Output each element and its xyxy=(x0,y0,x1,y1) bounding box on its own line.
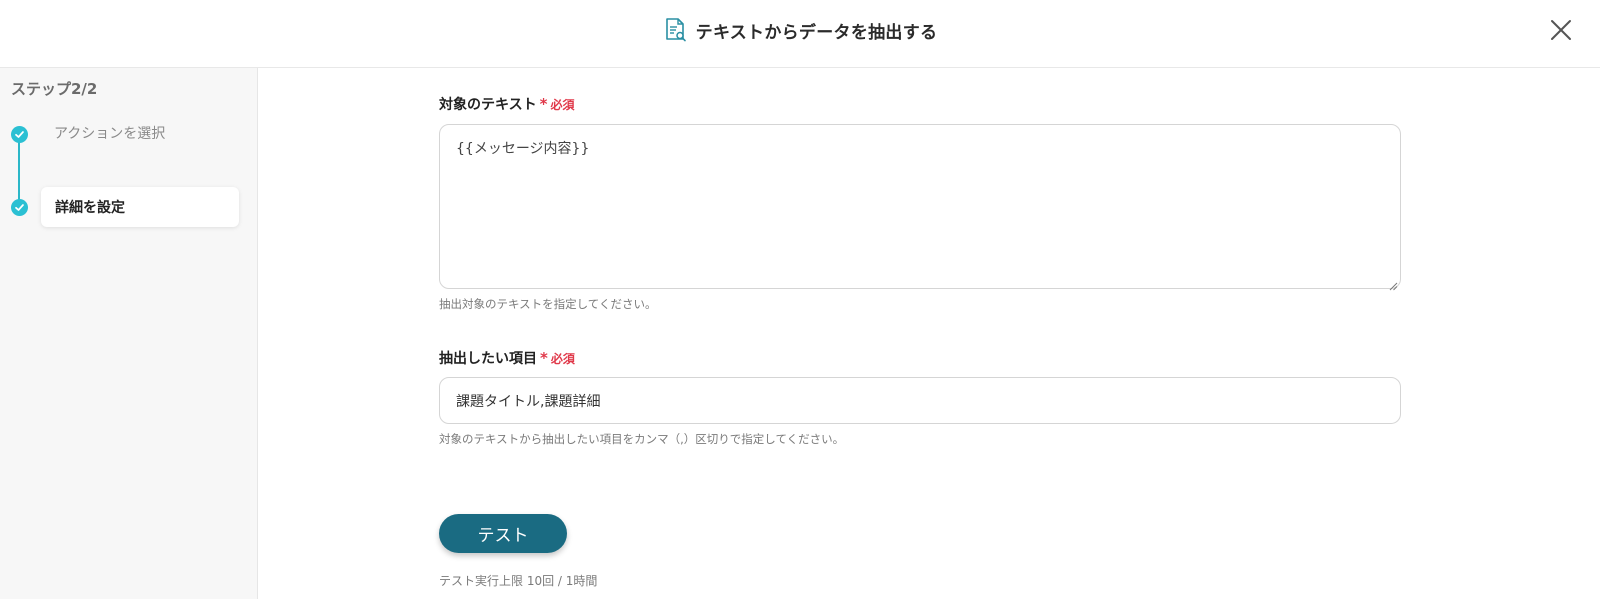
target-text-textarea[interactable]: {{メッセージ内容}} xyxy=(439,124,1401,289)
test-limit-text: テスト実行上限 10回 / 1時間 xyxy=(439,574,598,588)
step-connector xyxy=(18,134,20,204)
close-icon[interactable] xyxy=(1548,17,1574,43)
modal-header: テキストからデータを抽出する xyxy=(0,0,1600,68)
step-counter: ステップ2/2 xyxy=(11,80,98,98)
check-icon xyxy=(11,199,28,216)
step-item-select-action[interactable]: アクションを選択 xyxy=(54,123,165,143)
extract-items-help: 対象のテキストから抽出したい項目をカンマ（,）区切りで指定してください。 xyxy=(439,432,845,446)
target-text-label: 対象のテキスト * 必須 xyxy=(439,94,574,114)
required-asterisk: * xyxy=(540,349,548,367)
resize-handle-icon[interactable] xyxy=(1389,276,1398,291)
required-badge: 必須 xyxy=(550,97,575,112)
document-search-icon xyxy=(663,17,687,43)
required-badge: 必須 xyxy=(550,351,575,366)
extract-items-label-text: 抽出したい項目 xyxy=(439,351,537,367)
header-title-group: テキストからデータを抽出する xyxy=(0,17,1600,43)
extract-items-input[interactable] xyxy=(439,377,1401,424)
required-asterisk: * xyxy=(539,95,548,113)
target-text-label-text: 対象のテキスト xyxy=(439,97,537,113)
check-icon xyxy=(11,126,28,143)
test-button[interactable]: テスト xyxy=(439,514,567,553)
step-item-configure-details[interactable]: 詳細を設定 xyxy=(41,187,239,227)
page-title: テキストからデータを抽出する xyxy=(695,22,938,43)
extract-items-label: 抽出したい項目 * 必須 xyxy=(439,348,575,368)
target-text-help: 抽出対象のテキストを指定してください。 xyxy=(439,297,657,311)
step-sidebar: ステップ2/2 アクションを選択 詳細を設定 xyxy=(0,68,258,599)
